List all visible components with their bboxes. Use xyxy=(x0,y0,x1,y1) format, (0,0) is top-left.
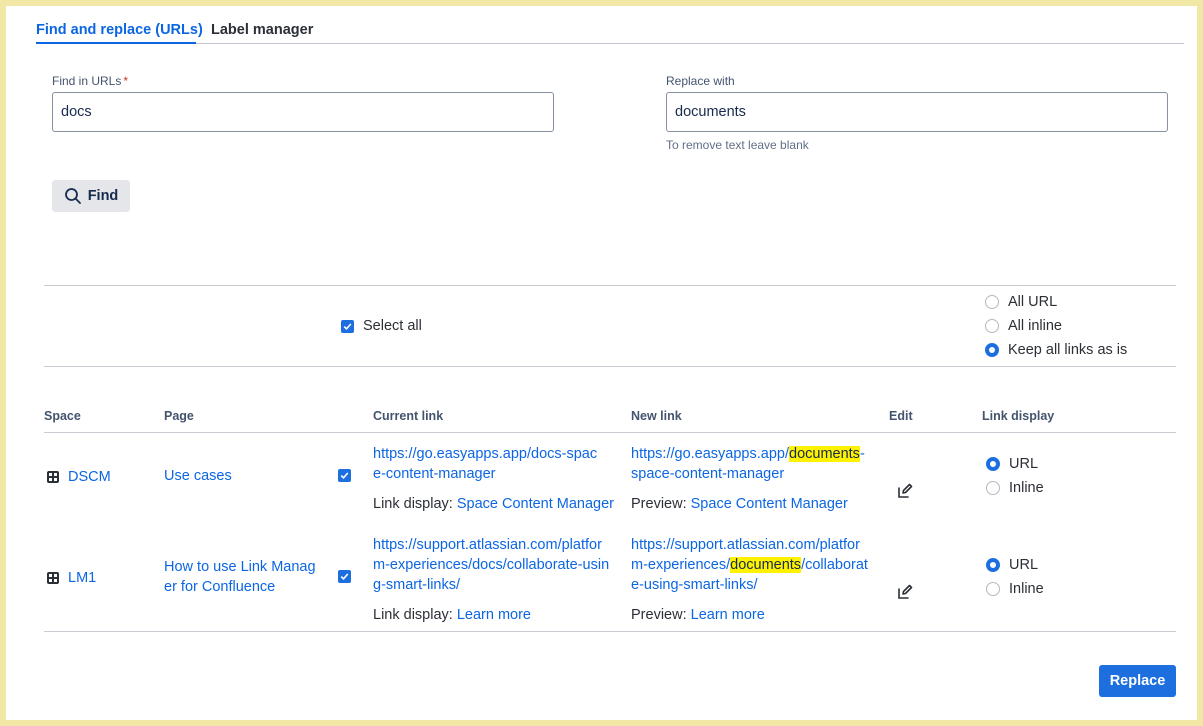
preview-label: Preview: xyxy=(631,496,687,512)
column-header-current-link: Current link xyxy=(373,409,444,423)
find-button[interactable]: Find xyxy=(52,180,130,212)
page-link-line[interactable]: er for Confluence xyxy=(164,577,316,597)
current-link-line[interactable]: g-smart-links/ xyxy=(373,575,609,595)
new-link: https://go.easyapps.app/documents- space… xyxy=(631,444,865,484)
table-bottom-divider xyxy=(44,631,1176,632)
required-mark: * xyxy=(123,74,129,88)
replace-button-label: Replace xyxy=(1109,673,1166,689)
all-url-radio[interactable] xyxy=(985,295,999,309)
inline-radio-label: Inline xyxy=(1009,480,1044,496)
column-header-edit: Edit xyxy=(889,409,913,423)
space-link[interactable]: LM1 xyxy=(68,568,96,588)
preview-value[interactable]: Space Content Manager xyxy=(691,496,848,512)
replace-input[interactable] xyxy=(666,92,1168,132)
space-icon xyxy=(47,572,59,584)
link-display-value[interactable]: Learn more xyxy=(457,607,531,623)
link-display-label: Link display: xyxy=(373,496,453,512)
select-all-label: Select all xyxy=(363,318,422,334)
edit-icon[interactable] xyxy=(896,482,914,500)
link-display-label: Link display: xyxy=(373,607,453,623)
column-header-page: Page xyxy=(164,409,194,423)
column-header-space: Space xyxy=(44,409,81,423)
url-radio-label: URL xyxy=(1009,557,1039,573)
inline-radio[interactable] xyxy=(986,481,1000,495)
current-link-display: Link display: Space Content Manager xyxy=(373,494,614,514)
row-checkbox[interactable] xyxy=(338,469,351,482)
page-link[interactable]: How to use Link Manag er for Confluence xyxy=(164,557,316,597)
new-link-text: https://go.easyapps.app/ xyxy=(631,446,789,462)
replacement-highlight: documents xyxy=(730,557,802,573)
new-link: https://support.atlassian.com/platfor m-… xyxy=(631,535,868,595)
new-link-text: - xyxy=(859,446,865,462)
new-link-text: https://support.atlassian.com/platfor xyxy=(631,537,860,553)
current-link-line[interactable]: e-content-manager xyxy=(373,464,597,484)
all-inline-label: All inline xyxy=(1008,318,1062,334)
new-link-text: m-experiences/ xyxy=(631,557,731,573)
inline-radio[interactable] xyxy=(986,582,1000,596)
current-link[interactable]: https://go.easyapps.app/docs-spac e-cont… xyxy=(373,444,597,484)
url-radio[interactable] xyxy=(986,558,1000,572)
divider xyxy=(44,366,1176,367)
space-icon xyxy=(47,471,59,483)
new-link-text: space-content-manager xyxy=(631,466,785,482)
select-all-checkbox[interactable] xyxy=(341,320,354,333)
find-input[interactable] xyxy=(52,92,554,132)
search-icon xyxy=(64,188,81,204)
replace-hint: To remove text leave blank xyxy=(666,138,809,152)
url-radio-label: URL xyxy=(1009,456,1039,472)
link-display-value[interactable]: Space Content Manager xyxy=(457,496,614,512)
replace-field-label: Replace with xyxy=(666,74,735,88)
current-link-line[interactable]: https://support.atlassian.com/platfor xyxy=(373,535,609,555)
column-header-new-link: New link xyxy=(631,409,682,423)
tabs-divider xyxy=(36,43,1184,44)
all-url-label: All URL xyxy=(1008,294,1058,310)
row-checkbox[interactable] xyxy=(338,570,351,583)
page-link-line[interactable]: How to use Link Manag xyxy=(164,557,316,577)
preview-value[interactable]: Learn more xyxy=(691,607,765,623)
new-link-preview: Preview: Learn more xyxy=(631,605,765,625)
edit-icon[interactable] xyxy=(896,583,914,601)
space-link[interactable]: DSCM xyxy=(68,467,111,487)
url-radio[interactable] xyxy=(986,457,1000,471)
replacement-highlight: documents xyxy=(789,446,860,462)
current-link-line[interactable]: https://go.easyapps.app/docs-spac xyxy=(373,444,597,464)
find-button-label: Find xyxy=(87,188,119,204)
preview-label: Preview: xyxy=(631,607,687,623)
keep-links-radio[interactable] xyxy=(985,343,999,357)
table-header-divider xyxy=(44,432,1176,433)
new-link-preview: Preview: Space Content Manager xyxy=(631,494,848,514)
divider xyxy=(44,285,1176,286)
current-link[interactable]: https://support.atlassian.com/platfor m-… xyxy=(373,535,609,595)
find-field-label: Find in URLs * xyxy=(52,74,129,88)
tab-find-replace[interactable]: Find and replace (URLs) xyxy=(36,22,203,38)
inline-radio-label: Inline xyxy=(1009,581,1044,597)
column-header-link-display: Link display xyxy=(982,409,1055,423)
app-frame: Find and replace (URLs) Label manager Fi… xyxy=(6,6,1197,720)
current-link-line[interactable]: m-experiences/docs/collaborate-usin xyxy=(373,555,609,575)
all-inline-radio[interactable] xyxy=(985,319,999,333)
current-link-display: Link display: Learn more xyxy=(373,605,531,625)
page-link[interactable]: Use cases xyxy=(164,466,232,486)
new-link-text: /collaborat xyxy=(801,557,868,573)
replace-button[interactable]: Replace xyxy=(1099,665,1176,697)
tab-label-manager[interactable]: Label manager xyxy=(211,22,313,38)
new-link-text: e-using-smart-links/ xyxy=(631,577,758,593)
keep-links-label: Keep all links as is xyxy=(1008,342,1128,358)
active-tab-indicator xyxy=(36,42,196,44)
